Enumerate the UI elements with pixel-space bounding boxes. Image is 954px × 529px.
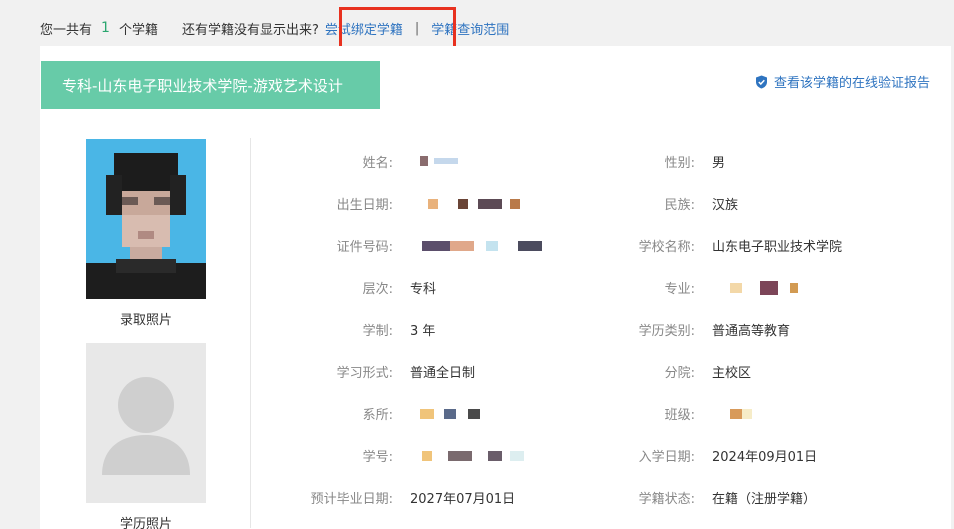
degree-photo-label: 学历照片: [119, 517, 172, 529]
summary-prefix: 您一共有: [40, 22, 93, 38]
study-mode-label: 学习形式:: [336, 366, 393, 381]
school-name-label: 学校名称:: [638, 240, 695, 255]
branch-value: 主校区: [712, 366, 752, 381]
school-name-value: 山东电子职业技术学院: [712, 240, 843, 255]
id-number-label: 证件号码:: [336, 240, 393, 255]
record-card: 专科-山东电子职业技术学院-游戏艺术设计 查看该学籍的在线验证报告 录取照片 学…: [40, 46, 951, 529]
birth-date-label: 出生日期:: [336, 198, 393, 213]
verify-report-link[interactable]: 查看该学籍的在线验证报告: [755, 72, 930, 91]
enroll-date-label: 入学日期:: [638, 450, 695, 465]
student-number-redacted: [422, 451, 432, 461]
enroll-date-value: 2024年09月01日: [712, 450, 818, 465]
gender-label: 性别:: [664, 156, 695, 171]
level-value: 专科: [410, 282, 437, 297]
ethnicity-label: 民族:: [664, 198, 695, 213]
department-redacted: [420, 409, 434, 419]
birth-date-redacted: [428, 199, 438, 209]
missing-records-text: 还有学籍没有显示出来?: [181, 22, 319, 38]
gender-value: 男: [712, 156, 726, 171]
education-category-label: 学历类别:: [638, 324, 695, 339]
ethnicity-value: 汉族: [712, 198, 739, 213]
class-redacted: [730, 409, 742, 419]
department-label: 系所:: [362, 408, 393, 423]
duration-label: 学制:: [362, 324, 393, 339]
name-label: 姓名:: [362, 156, 393, 171]
status-value: 在籍（注册学籍）: [712, 492, 817, 507]
education-category-value: 普通高等教育: [712, 324, 791, 339]
avatar-placeholder-icon: [102, 377, 190, 475]
status-label: 学籍状态:: [638, 492, 695, 507]
summary-suffix: 个学籍: [118, 22, 158, 38]
major-redacted: [730, 283, 742, 293]
column-divider: [250, 138, 251, 528]
degree-photo-placeholder: [86, 343, 206, 503]
expected-grad-value: 2027年07月01日: [410, 492, 516, 507]
shield-check-icon: [755, 75, 767, 88]
name-value-redacted: [420, 156, 428, 166]
major-label: 专业:: [664, 282, 695, 297]
admission-photo: [86, 139, 206, 299]
record-title: 专科-山东电子职业技术学院-游戏艺术设计: [41, 61, 380, 109]
class-label: 班级:: [664, 408, 695, 423]
study-mode-value: 普通全日制: [410, 366, 476, 381]
record-count: 1: [101, 20, 110, 36]
branch-label: 分院:: [664, 366, 695, 381]
expected-grad-label: 预计毕业日期:: [310, 492, 393, 507]
student-number-label: 学号:: [362, 450, 393, 465]
verify-report-label: 查看该学籍的在线验证报告: [773, 76, 930, 91]
duration-value: 3 年: [410, 324, 436, 339]
admission-photo-label: 录取照片: [119, 313, 172, 328]
level-label: 层次:: [362, 282, 393, 297]
